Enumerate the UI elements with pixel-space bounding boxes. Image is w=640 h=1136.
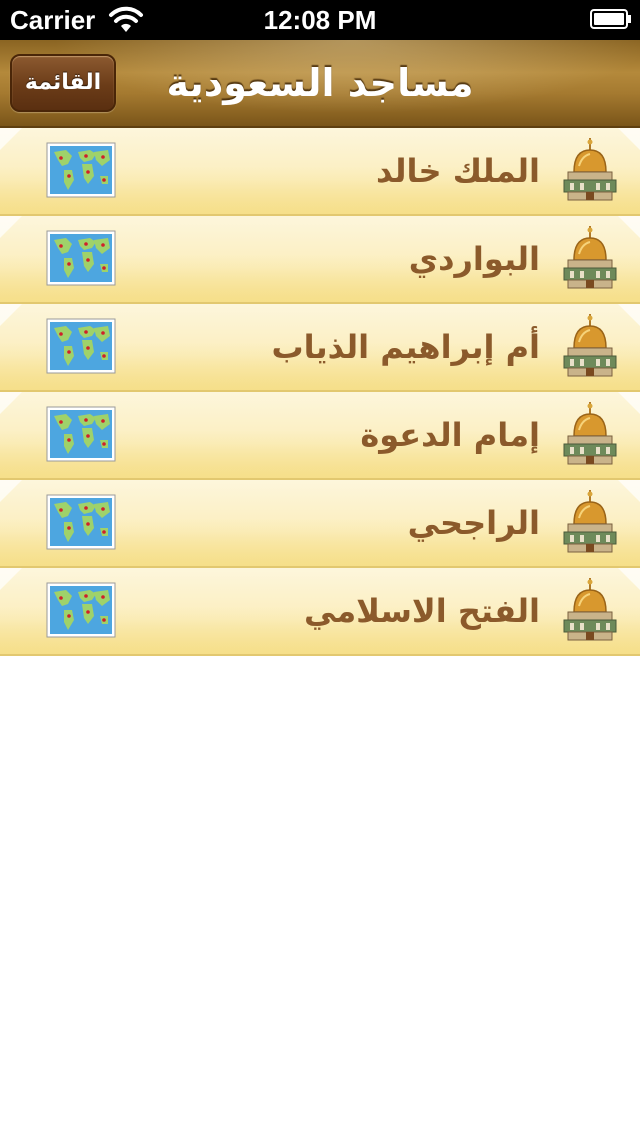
- mosque-icon: [563, 314, 617, 377]
- row-corner-decoration: [0, 128, 22, 150]
- menu-button[interactable]: القائمة: [10, 54, 116, 112]
- mosque-name: أم إبراهيم الذياب: [271, 328, 540, 366]
- row-corner-decoration: [618, 568, 640, 590]
- list-item[interactable]: الفتح الاسلامي: [0, 568, 640, 656]
- row-corner-decoration: [618, 128, 640, 150]
- map-icon[interactable]: [46, 406, 116, 462]
- map-icon[interactable]: [46, 318, 116, 374]
- mosque-icon: [563, 578, 617, 641]
- row-corner-decoration: [618, 216, 640, 238]
- navigation-bar: القائمة مساجد السعودية: [0, 40, 640, 128]
- list-item[interactable]: أم إبراهيم الذياب: [0, 304, 640, 392]
- row-corner-decoration: [0, 568, 22, 590]
- status-bar: Carrier 12:08 PM: [0, 0, 640, 40]
- mosque-name: إمام الدعوة: [360, 416, 540, 454]
- row-corner-decoration: [0, 392, 22, 414]
- mosque-icon: [563, 138, 617, 201]
- mosque-icon: [563, 402, 617, 465]
- map-icon[interactable]: [46, 494, 116, 550]
- mosque-name: الراجحي: [407, 504, 540, 542]
- map-icon[interactable]: [46, 142, 116, 198]
- list-item[interactable]: الراجحي: [0, 480, 640, 568]
- mosque-name: الفتح الاسلامي: [303, 592, 540, 630]
- clock: 12:08 PM: [263, 5, 377, 35]
- row-corner-decoration: [0, 216, 22, 238]
- row-corner-decoration: [0, 304, 22, 326]
- list-item[interactable]: الملك خالد: [0, 128, 640, 216]
- page-title: مساجد السعودية: [166, 61, 474, 105]
- mosque-list: الملك خالد البواردي أم إبراهيم الذياب إم…: [0, 128, 640, 656]
- row-corner-decoration: [618, 304, 640, 326]
- map-icon[interactable]: [46, 582, 116, 638]
- map-icon[interactable]: [46, 230, 116, 286]
- mosque-icon: [563, 226, 617, 289]
- battery-icon: [590, 9, 631, 29]
- list-item[interactable]: البواردي: [0, 216, 640, 304]
- row-corner-decoration: [618, 480, 640, 502]
- row-corner-decoration: [0, 480, 22, 502]
- row-corner-decoration: [618, 392, 640, 414]
- mosque-icon: [563, 490, 617, 553]
- mosque-name: البواردي: [408, 240, 540, 278]
- mosque-name: الملك خالد: [375, 152, 540, 190]
- list-item[interactable]: إمام الدعوة: [0, 392, 640, 480]
